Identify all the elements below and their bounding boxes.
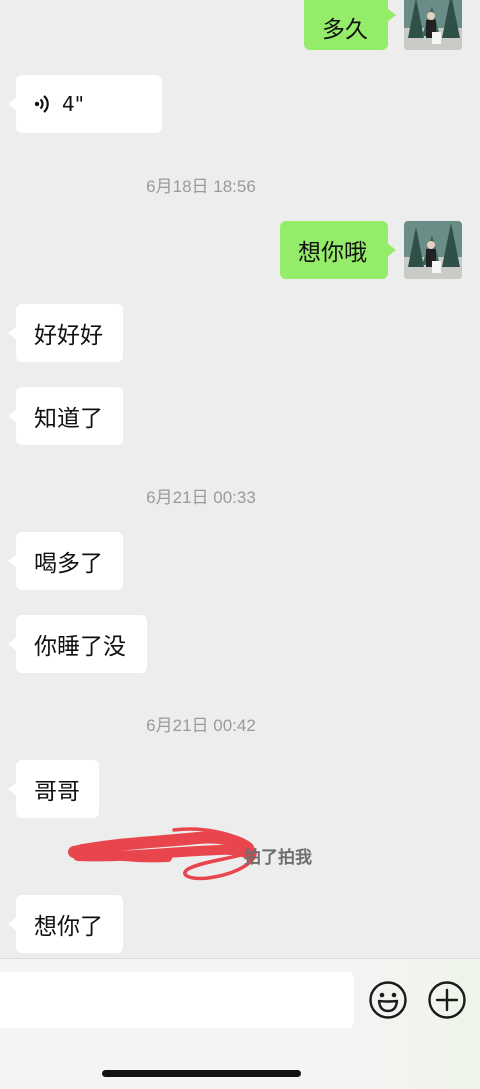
incoming-message[interactable]: 喝多了 — [8, 532, 123, 590]
timestamp: 6月18日 18:56 — [146, 177, 256, 196]
voice-duration: 4" — [62, 92, 84, 116]
emoji-button[interactable] — [368, 980, 408, 1020]
message-text: 哥哥 — [34, 779, 80, 805]
avatar-photo — [404, 221, 462, 279]
plus-circle-icon — [428, 981, 466, 1019]
timestamp: 6月21日 00:33 — [146, 488, 256, 507]
message-input[interactable] — [0, 972, 354, 1028]
incoming-message[interactable]: 想你了 — [8, 895, 123, 953]
incoming-message[interactable]: 知道了 — [8, 387, 123, 445]
input-toolbar — [0, 958, 480, 1089]
chat-area[interactable]: 多久 4" 6月18日 18:56 想你哦 好好好 知道了 6月21日 00:3… — [0, 0, 480, 958]
incoming-message[interactable]: 哥哥 — [8, 760, 99, 818]
incoming-voice-message[interactable]: 4" — [8, 75, 162, 133]
my-avatar[interactable] — [404, 221, 462, 279]
home-indicator[interactable] — [102, 1070, 301, 1077]
incoming-message[interactable]: 你睡了没 — [8, 615, 147, 673]
my-avatar[interactable] — [404, 0, 462, 50]
outgoing-message[interactable]: 多久 — [304, 0, 396, 50]
redaction-scribble — [68, 827, 257, 881]
message-text: 想你哦 — [298, 240, 367, 266]
plus-button[interactable] — [427, 980, 467, 1020]
message-text: 知道了 — [34, 406, 103, 432]
message-text: 好好好 — [34, 323, 103, 349]
message-text: 多久 — [322, 17, 368, 43]
incoming-message[interactable]: 好好好 — [8, 304, 123, 362]
message-text: 喝多了 — [34, 551, 103, 577]
message-text: 想你了 — [34, 914, 103, 940]
voice-wave-icon — [34, 95, 49, 113]
message-text: 你睡了没 — [34, 634, 126, 660]
timestamp: 6月21日 00:42 — [146, 716, 256, 735]
emoji-face-icon — [369, 981, 407, 1019]
pat-notification: 拍了拍我 — [244, 848, 312, 868]
avatar-photo — [404, 0, 462, 50]
outgoing-message[interactable]: 想你哦 — [280, 221, 396, 279]
